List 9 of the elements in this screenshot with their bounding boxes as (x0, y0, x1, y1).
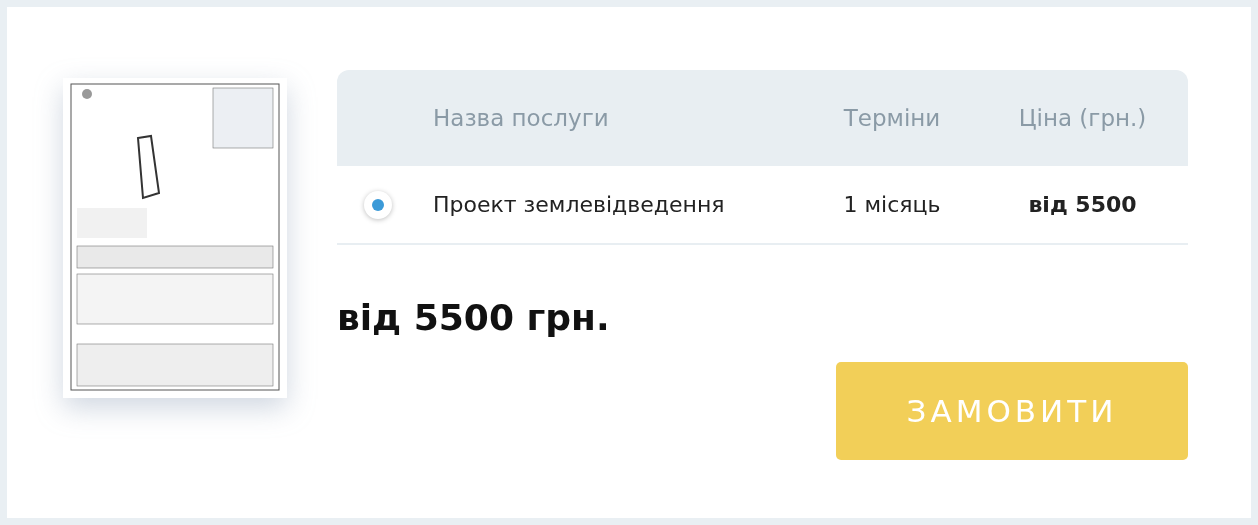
term-cell: 1 місяць (843, 192, 941, 217)
price-cell: від 5500 (1028, 192, 1137, 217)
service-name: Проект землевідведення (433, 192, 726, 217)
radio-button[interactable] (364, 190, 392, 219)
order-button[interactable]: ЗАМОВИТИ (836, 362, 1188, 460)
column-header: Терміни (843, 105, 941, 131)
column-header: Ціна (грн.) (1018, 105, 1147, 131)
total-price: від 5500 грн. (337, 297, 611, 338)
column-header: Назва послуги (432, 105, 610, 131)
